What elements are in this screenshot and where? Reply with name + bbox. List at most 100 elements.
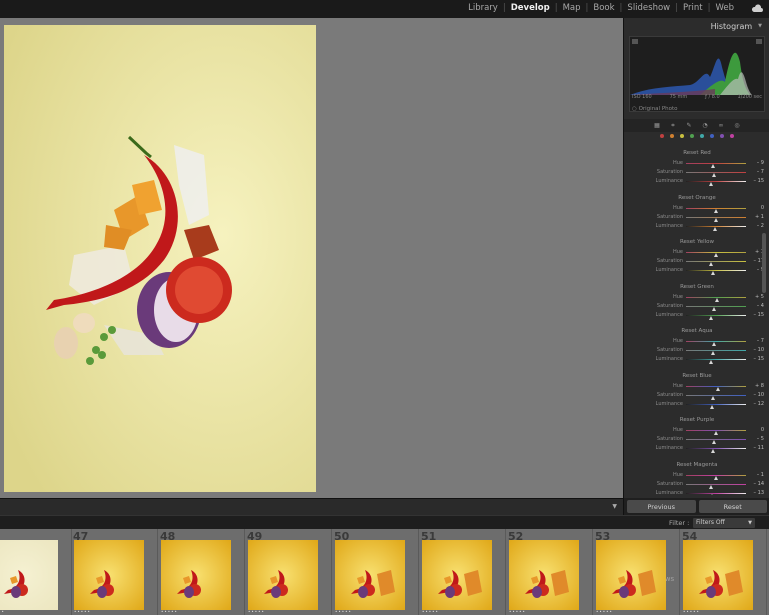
hsl-group-title[interactable]: Reset Red (624, 150, 764, 159)
slider-thumb[interactable] (710, 449, 715, 454)
filmstrip-cell[interactable]: 52 ••••• (507, 529, 593, 615)
image-workspace[interactable] (0, 18, 623, 498)
hsl-group-title[interactable]: Reset Green (624, 284, 764, 293)
edit-icon[interactable]: ▦ (653, 122, 661, 129)
redeye-icon[interactable]: ∞ (717, 122, 725, 129)
filmstrip-thumbnail[interactable] (74, 540, 144, 610)
slider-thumb[interactable] (709, 360, 714, 365)
slider-value[interactable]: – 10 (750, 392, 764, 398)
orange-dot[interactable] (670, 134, 674, 138)
red-dot[interactable] (660, 134, 664, 138)
filmstrip-thumbnail[interactable] (0, 540, 58, 610)
slider-thumb[interactable] (709, 493, 714, 495)
hsl-group-title[interactable]: Reset Purple (624, 417, 764, 426)
slider-track[interactable] (686, 439, 746, 445)
highlight-clipping-icon[interactable] (756, 39, 762, 44)
slider-value[interactable]: – 10 (750, 347, 764, 353)
aqua-dot[interactable] (700, 134, 704, 138)
filmstrip-cell[interactable]: 54 ••••• (681, 529, 767, 615)
slider-track[interactable] (686, 385, 746, 391)
module-map[interactable]: Map (558, 3, 586, 13)
slider-value[interactable]: 0 (750, 205, 764, 211)
hsl-group-title[interactable]: Reset Blue (624, 373, 764, 382)
slider-value[interactable]: – 5 (750, 436, 764, 442)
slider-thumb[interactable] (710, 271, 715, 276)
filmstrip-cell[interactable]: 53 ••••• (594, 529, 680, 615)
heal-icon[interactable]: ✎ (685, 122, 693, 129)
filmstrip-cell[interactable]: 49 ••••• (246, 529, 332, 615)
module-book[interactable]: Book (588, 3, 619, 13)
previous-button[interactable]: Previous (627, 500, 696, 513)
filmstrip[interactable]: Activate Windows •••••47•••••48•••••49••… (0, 529, 769, 615)
green-dot[interactable] (690, 134, 694, 138)
slider-track[interactable] (686, 181, 746, 187)
slider-value[interactable]: – 7 (750, 338, 764, 344)
slider-track[interactable] (686, 448, 746, 454)
photo-preview[interactable] (4, 25, 316, 492)
hsl-group-title[interactable]: Reset Yellow (624, 239, 764, 248)
hsl-group-title[interactable]: Reset Aqua (624, 328, 764, 337)
slider-thumb[interactable] (709, 315, 714, 320)
slider-track[interactable] (686, 483, 746, 489)
slider-track[interactable] (686, 270, 746, 276)
filmstrip-cell[interactable]: 48 ••••• (159, 529, 245, 615)
filter-select[interactable]: Filters Off ▼ (693, 518, 755, 528)
rating-dots[interactable]: ••••• (683, 609, 700, 614)
filmstrip-cell[interactable]: 51 ••••• (420, 529, 506, 615)
module-slideshow[interactable]: Slideshow (622, 3, 675, 13)
slider-track[interactable] (686, 216, 746, 222)
slider-value[interactable]: + 5 (750, 294, 764, 300)
rating-dots[interactable]: ••••• (0, 609, 5, 614)
slider-track[interactable] (686, 350, 746, 356)
module-web[interactable]: Web (710, 3, 739, 13)
slider-value[interactable]: – 15 (750, 178, 764, 184)
rating-dots[interactable]: ••••• (161, 609, 178, 614)
filmstrip-thumbnail[interactable] (509, 540, 579, 610)
hsl-group-title[interactable]: Reset Orange (624, 195, 764, 204)
hsl-group-title[interactable]: Reset Magenta (624, 462, 764, 471)
panel-scrollbar[interactable] (762, 233, 766, 293)
yellow-dot[interactable] (680, 134, 684, 138)
reset-button[interactable]: Reset (698, 500, 767, 513)
filmstrip-thumbnail[interactable] (161, 540, 231, 610)
slider-value[interactable]: – 9 (750, 160, 764, 166)
filmstrip-cell[interactable]: ••••• (0, 529, 72, 615)
slider-track[interactable] (686, 492, 746, 495)
filmstrip-thumbnail[interactable] (335, 540, 405, 610)
shadow-clipping-icon[interactable] (632, 39, 638, 44)
slider-track[interactable] (686, 359, 746, 365)
slider-track[interactable] (686, 225, 746, 231)
slider-track[interactable] (686, 341, 746, 346)
slider-track[interactable] (686, 207, 746, 213)
toolbar-toggle-icon[interactable]: ▼ (612, 503, 617, 510)
slider-track[interactable] (686, 261, 746, 267)
rating-dots[interactable]: ••••• (509, 609, 526, 614)
slider-thumb[interactable] (712, 226, 717, 231)
slider-value[interactable]: – 14 (750, 481, 764, 487)
slider-value[interactable]: – 15 (750, 312, 764, 318)
crop-icon[interactable]: ⌗ (669, 122, 677, 130)
filmstrip-thumbnail[interactable] (596, 540, 666, 610)
rating-dots[interactable]: ••••• (74, 609, 91, 614)
rating-dots[interactable]: ••••• (596, 609, 613, 614)
slider-value[interactable]: – 1 (750, 472, 764, 478)
slider-track[interactable] (686, 305, 746, 311)
cloud-icon[interactable] (751, 4, 763, 13)
slider-value[interactable]: – 11 (750, 445, 764, 451)
module-print[interactable]: Print (678, 3, 708, 13)
rating-dots[interactable]: ••••• (335, 609, 352, 614)
histogram-header[interactable]: Histogram ▼ (624, 18, 769, 34)
module-library[interactable]: Library (463, 3, 503, 13)
slider-track[interactable] (686, 252, 746, 257)
filmstrip-thumbnail[interactable] (422, 540, 492, 610)
rating-dots[interactable]: ••••• (248, 609, 265, 614)
slider-value[interactable]: + 8 (750, 383, 764, 389)
presets-icon[interactable]: ◎ (733, 122, 741, 129)
collapse-triangle-icon[interactable]: ▼ (758, 23, 762, 29)
slider-value[interactable]: – 7 (750, 169, 764, 175)
slider-track[interactable] (686, 430, 746, 435)
slider-track[interactable] (686, 403, 746, 409)
slider-value[interactable]: + 1 (750, 214, 764, 220)
slider-track[interactable] (686, 314, 746, 320)
slider-value[interactable]: – 12 (750, 401, 764, 407)
